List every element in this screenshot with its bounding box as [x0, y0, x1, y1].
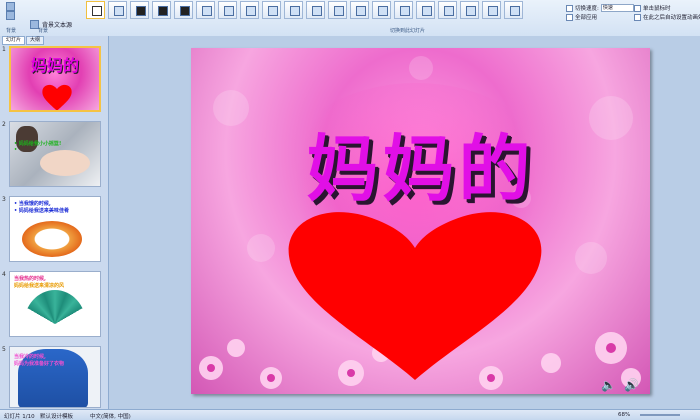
transition-thumb[interactable]: [284, 1, 303, 19]
fan-photo: [24, 290, 86, 324]
cake-photo: [22, 221, 82, 257]
slide-number: 1: [2, 46, 6, 53]
transition-thumb[interactable]: [504, 1, 523, 19]
thumb-text: • 当我饿的时候,: [14, 201, 51, 207]
transition-thumb[interactable]: [372, 1, 391, 19]
ribbon: 背景文本源 背景 背景 切换到此幻灯片 切换速度: 快速 全部应用 单击鼠标时 …: [0, 0, 700, 37]
transition-thumb[interactable]: [482, 1, 501, 19]
transition-thumb[interactable]: [130, 1, 149, 19]
slide-thumb-image: 当我冷的时候, 妈妈为我准备好了衣物: [9, 346, 101, 408]
transition-thumb[interactable]: [394, 1, 413, 19]
slide-number: 2: [2, 121, 6, 128]
thumb-title: 妈妈的: [30, 56, 79, 75]
slide-thumb-image: • 当我饿的时候, • 妈妈给我送来美味佳肴: [9, 196, 101, 262]
baby-photo: [40, 150, 90, 176]
mother-photo: [16, 126, 38, 152]
ribbon-left-group: 背景文本源 背景 背景: [0, 0, 80, 36]
group-label-mid: 背景: [38, 28, 49, 34]
transition-thumb[interactable]: [262, 1, 281, 19]
speed-select[interactable]: 快速: [600, 4, 634, 12]
slide-number: 3: [2, 196, 6, 203]
slide-number: 5: [2, 346, 6, 353]
zoom-level[interactable]: 68%: [618, 412, 630, 418]
status-bar: 幻灯片 1/10 默认设计模板 中文(简体, 中国) 68%: [0, 409, 700, 420]
thumb-text: 当我冷的时候,: [14, 354, 46, 360]
transition-thumb[interactable]: [328, 1, 347, 19]
speaker-icon[interactable]: 🔊: [624, 378, 639, 392]
transition-thumb[interactable]: [240, 1, 259, 19]
ribbon-item-background-text[interactable]: 背景文本源: [30, 20, 72, 29]
thumb-text: • 妈妈给我小小摇篮!: [14, 141, 62, 147]
transition-thumb[interactable]: [306, 1, 325, 19]
slide-editor: 妈妈的 🔈 🔊: [109, 36, 700, 409]
heart-shape[interactable]: [287, 208, 543, 383]
auto-after-checkbox[interactable]: 在此之后自动设置动画效果: [634, 13, 700, 21]
heart-shape: [42, 84, 72, 110]
slide-title[interactable]: 妈妈的: [191, 110, 650, 215]
transition-thumb[interactable]: [460, 1, 479, 19]
transition-thumb[interactable]: [174, 1, 193, 19]
ribbon-item-2[interactable]: [6, 11, 18, 20]
slide-thumb-image: 妈妈的: [9, 46, 101, 112]
apply-all-icon: [566, 13, 573, 21]
ribbon-right-group: 切换速度: 快速 全部应用 单击鼠标时 在此之后自动设置动画效果: [562, 0, 700, 36]
on-click-checkbox[interactable]: 单击鼠标时: [634, 4, 671, 12]
speaker-icon[interactable]: 🔈: [601, 378, 616, 392]
slides-pane: 幻灯片 大纲 1 妈妈的 2 • 妈妈给我小小摇篮! • 3 • 当我饿的时候,…: [0, 36, 109, 409]
thumb-text: 妈妈给我送来清凉的风: [14, 283, 65, 289]
transition-gallery: [85, 0, 555, 22]
slide-number: 4: [2, 271, 6, 278]
transition-speed: 切换速度: 快速: [566, 4, 634, 12]
slide-canvas[interactable]: 妈妈的 🔈 🔊: [191, 48, 650, 394]
slide-thumb-image: • 妈妈给我小小摇篮! •: [9, 121, 101, 187]
ribbon-icon: [6, 11, 15, 20]
transition-thumb[interactable]: [218, 1, 237, 19]
pane-tabs: 幻灯片 大纲: [0, 36, 108, 45]
tab-outline[interactable]: 大纲: [26, 36, 45, 45]
transition-thumb[interactable]: [152, 1, 171, 19]
zoom-slider[interactable]: [640, 414, 680, 416]
checkbox-icon: [634, 4, 641, 12]
thumb-text: • 妈妈给我送来美味佳肴: [14, 208, 69, 214]
transition-thumb[interactable]: [108, 1, 127, 19]
group-label-left: 背景: [6, 28, 17, 34]
transition-thumb[interactable]: [350, 1, 369, 19]
ribbon-item-1[interactable]: [6, 2, 18, 11]
transition-thumb[interactable]: [416, 1, 435, 19]
transition-thumb[interactable]: [438, 1, 457, 19]
thumb-text: 当我热的时候,: [14, 276, 46, 282]
thumb-text: •: [14, 147, 18, 153]
apply-all-button[interactable]: 全部应用: [566, 13, 597, 21]
transition-thumb[interactable]: [196, 1, 215, 19]
tab-slides[interactable]: 幻灯片: [2, 36, 26, 45]
thumb-text: 妈妈为我准备好了衣物: [14, 361, 65, 367]
slide-thumb-image: 当我热的时候, 妈妈给我送来清凉的风: [9, 271, 101, 337]
ribbon-icon: [6, 2, 15, 11]
group-label-transitions: 切换到此幻灯片: [390, 28, 426, 34]
checkbox-icon: [634, 13, 641, 21]
speed-icon: [566, 4, 573, 12]
transition-none[interactable]: [86, 1, 105, 19]
